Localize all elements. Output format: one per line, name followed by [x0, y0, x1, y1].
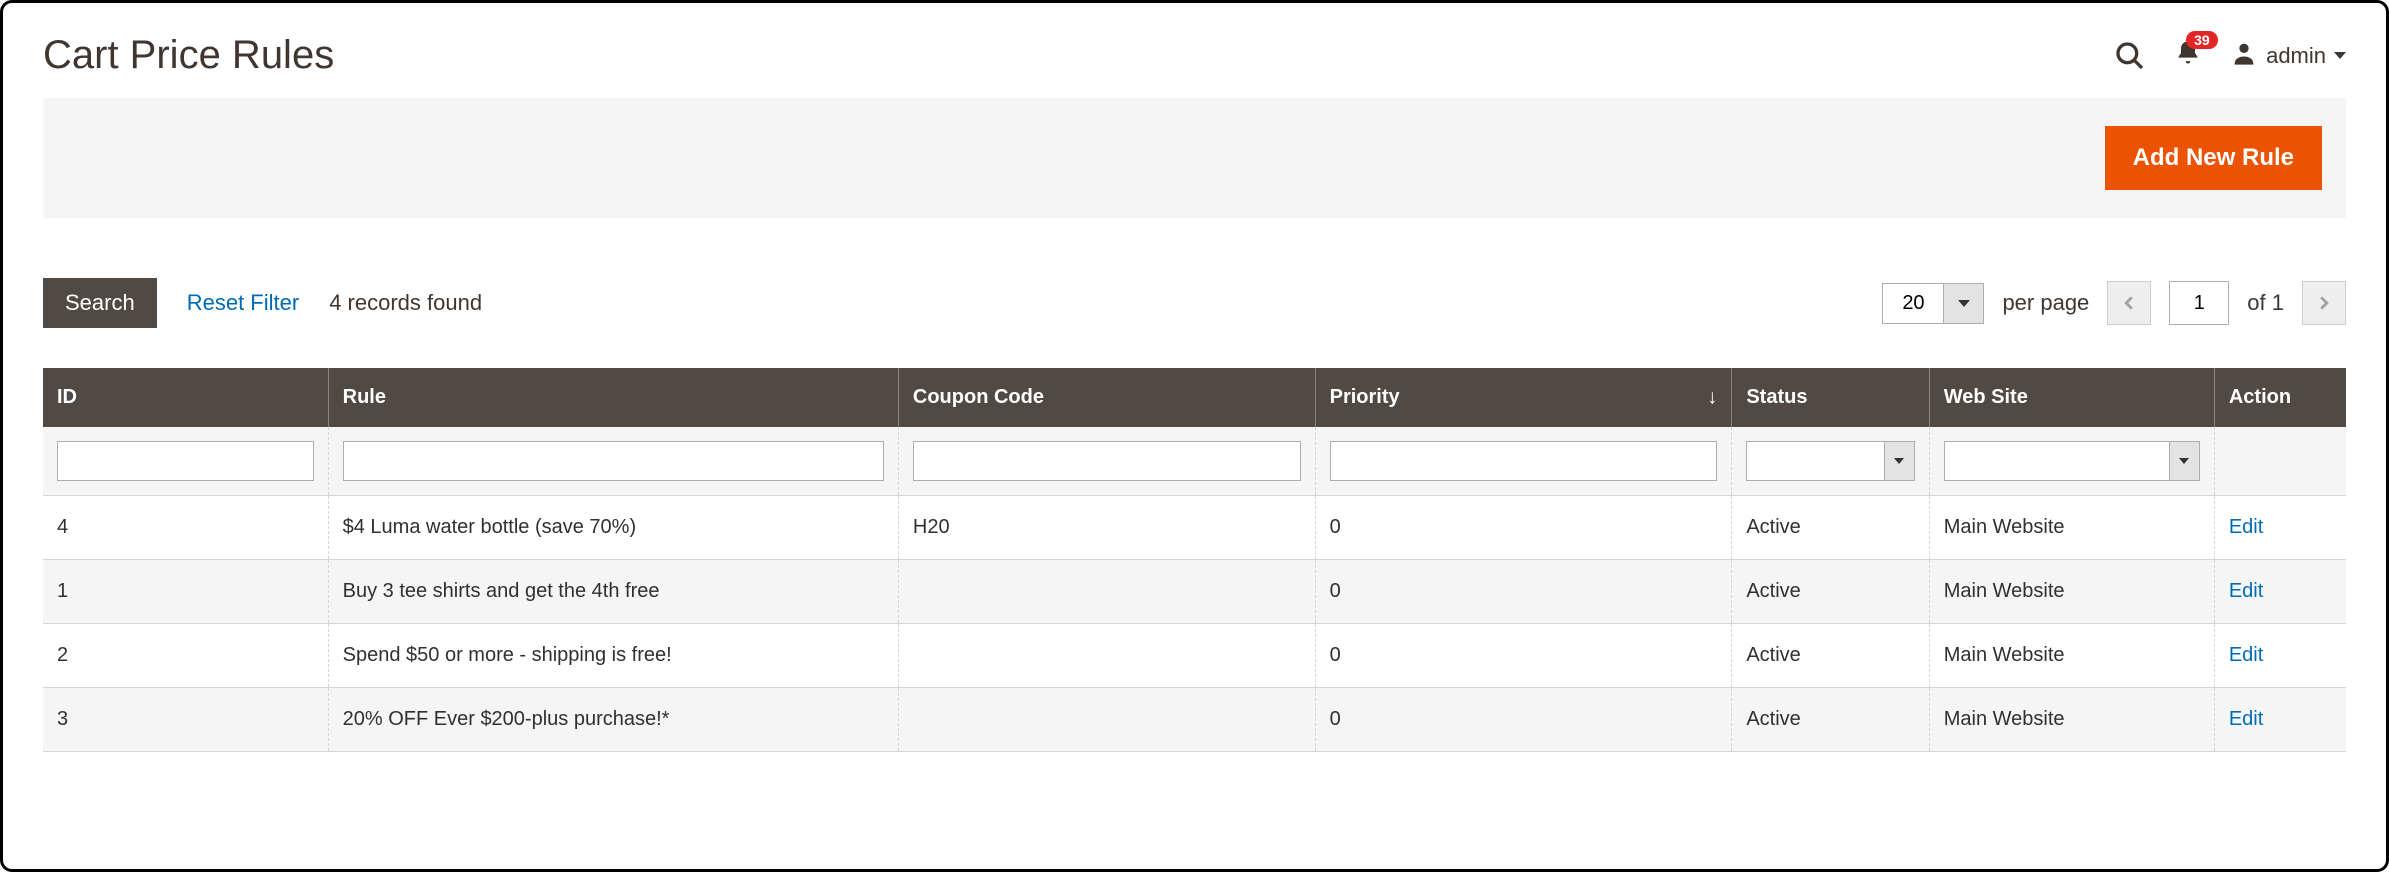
edit-link[interactable]: Edit — [2229, 644, 2263, 666]
column-header-coupon[interactable]: Coupon Code — [898, 368, 1315, 427]
page-title: Cart Price Rules — [43, 33, 334, 78]
per-page-label: per page — [2002, 290, 2089, 316]
cell-status: Active — [1732, 688, 1929, 752]
column-header-website[interactable]: Web Site — [1929, 368, 2214, 427]
cell-priority: 0 — [1315, 624, 1732, 688]
per-page-select[interactable]: 20 — [1882, 283, 1984, 324]
chevron-down-icon — [1943, 284, 1983, 323]
cell-status: Active — [1732, 496, 1929, 560]
cell-website: Main Website — [1929, 496, 2214, 560]
sort-descending-icon: ↓ — [1707, 386, 1717, 409]
filter-coupon-input[interactable] — [913, 441, 1301, 481]
filter-id-input[interactable] — [57, 441, 314, 481]
search-icon[interactable] — [2114, 40, 2146, 72]
cell-id: 4 — [43, 496, 328, 560]
cell-status: Active — [1732, 560, 1929, 624]
cell-website: Main Website — [1929, 560, 2214, 624]
column-header-action: Action — [2214, 368, 2346, 427]
filter-rule-input[interactable] — [343, 441, 884, 481]
notifications-button[interactable]: 39 — [2174, 39, 2202, 72]
chevron-down-icon — [1884, 442, 1914, 480]
header-actions: 39 admin — [2114, 39, 2346, 72]
edit-link[interactable]: Edit — [2229, 516, 2263, 538]
cell-priority: 0 — [1315, 560, 1732, 624]
table-row[interactable]: 1 Buy 3 tee shirts and get the 4th free … — [43, 560, 2346, 624]
reset-filter-link[interactable]: Reset Filter — [187, 290, 299, 316]
filter-priority-input[interactable] — [1330, 441, 1718, 481]
page-total-label: of 1 — [2247, 290, 2284, 316]
user-menu[interactable]: admin — [2230, 39, 2346, 72]
edit-link[interactable]: Edit — [2229, 580, 2263, 602]
user-name-label: admin — [2266, 43, 2326, 69]
column-header-priority-label: Priority — [1330, 386, 1400, 408]
records-found-label: 4 records found — [329, 290, 482, 316]
cell-rule: Buy 3 tee shirts and get the 4th free — [328, 560, 898, 624]
table-row[interactable]: 3 20% OFF Ever $200-plus purchase!* 0 Ac… — [43, 688, 2346, 752]
column-header-priority[interactable]: Priority ↓ — [1315, 368, 1732, 427]
page-number-input[interactable] — [2169, 281, 2229, 325]
add-new-rule-button[interactable]: Add New Rule — [2105, 126, 2322, 190]
cell-coupon — [898, 560, 1315, 624]
filter-row — [43, 427, 2346, 496]
column-header-id[interactable]: ID — [43, 368, 328, 427]
table-row[interactable]: 4 $4 Luma water bottle (save 70%) H20 0 … — [43, 496, 2346, 560]
search-button[interactable]: Search — [43, 278, 157, 328]
cell-coupon: H20 — [898, 496, 1315, 560]
chevron-down-icon — [2169, 442, 2199, 480]
notification-badge: 39 — [2186, 31, 2218, 49]
grid-controls: Search Reset Filter 4 records found 20 p… — [43, 218, 2346, 358]
cell-rule: 20% OFF Ever $200-plus purchase!* — [328, 688, 898, 752]
column-header-status[interactable]: Status — [1732, 368, 1929, 427]
cell-coupon — [898, 624, 1315, 688]
per-page-value: 20 — [1883, 284, 1943, 323]
table-row[interactable]: 2 Spend $50 or more - shipping is free! … — [43, 624, 2346, 688]
cell-priority: 0 — [1315, 688, 1732, 752]
cell-priority: 0 — [1315, 496, 1732, 560]
next-page-button[interactable] — [2302, 281, 2346, 325]
cell-coupon — [898, 688, 1315, 752]
filter-website-select[interactable] — [1944, 441, 2200, 481]
prev-page-button[interactable] — [2107, 281, 2151, 325]
cell-rule: Spend $50 or more - shipping is free! — [328, 624, 898, 688]
user-icon — [2230, 39, 2258, 72]
rules-grid: ID Rule Coupon Code Priority ↓ Status Web… — [43, 368, 2346, 752]
cell-id: 3 — [43, 688, 328, 752]
column-header-rule[interactable]: Rule — [328, 368, 898, 427]
cell-id: 1 — [43, 560, 328, 624]
cell-id: 2 — [43, 624, 328, 688]
action-toolbar: Add New Rule — [43, 98, 2346, 218]
cell-status: Active — [1732, 624, 1929, 688]
cell-rule: $4 Luma water bottle (save 70%) — [328, 496, 898, 560]
cell-website: Main Website — [1929, 688, 2214, 752]
filter-status-select[interactable] — [1746, 441, 1914, 481]
edit-link[interactable]: Edit — [2229, 708, 2263, 730]
chevron-down-icon — [2334, 52, 2346, 59]
cell-website: Main Website — [1929, 624, 2214, 688]
